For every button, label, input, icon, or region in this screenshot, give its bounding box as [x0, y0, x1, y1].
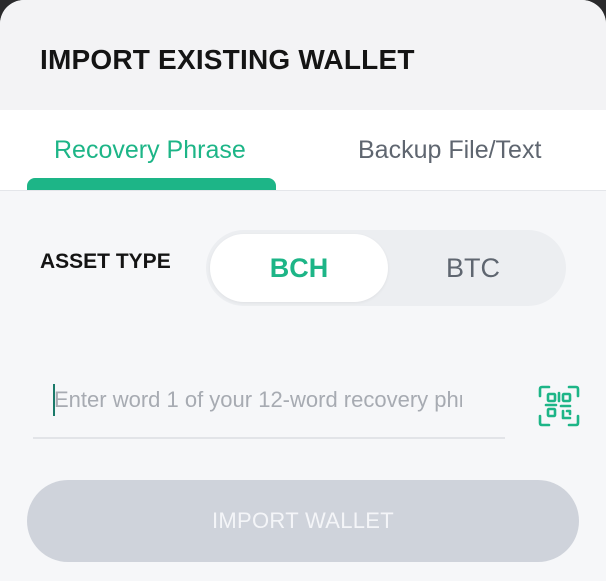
asset-option-bch[interactable]: BCH — [210, 234, 388, 302]
header: IMPORT EXISTING WALLET — [0, 0, 606, 110]
page-title: IMPORT EXISTING WALLET — [40, 44, 415, 75]
asset-type-label: ASSET TYPE — [40, 250, 171, 273]
qr-scan-icon[interactable] — [537, 384, 581, 428]
tab-backup-file[interactable]: Backup File/Text — [358, 136, 541, 165]
recovery-word-input[interactable] — [52, 380, 462, 420]
tab-bar: Recovery Phrase Backup File/Text — [0, 110, 606, 191]
import-wallet-button[interactable]: IMPORT WALLET — [27, 480, 579, 562]
asset-option-btc[interactable]: BTC — [384, 234, 562, 302]
active-tab-indicator — [27, 178, 276, 190]
text-caret — [53, 384, 55, 416]
input-underline — [33, 437, 505, 439]
import-wallet-sheet: IMPORT EXISTING WALLET Recovery Phrase B… — [0, 0, 606, 581]
tab-recovery-phrase[interactable]: Recovery Phrase — [54, 136, 246, 165]
asset-type-toggle: BCH BTC — [206, 230, 566, 306]
